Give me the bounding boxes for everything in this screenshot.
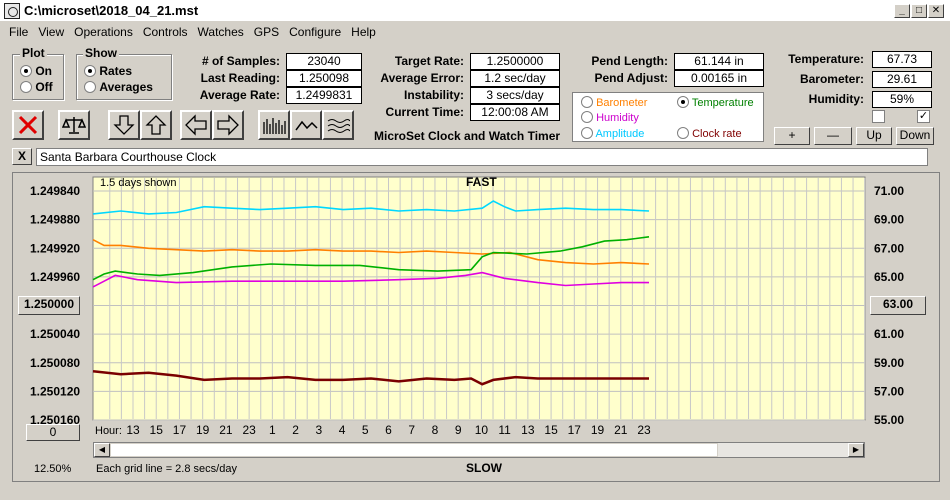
hour-tick-label: 23	[242, 423, 256, 437]
left-tick-label: 1.249960	[30, 270, 80, 284]
hour-tick-label: 19	[591, 423, 605, 437]
center-temp-button[interactable]: 63.00	[870, 296, 926, 315]
left-tick-label: 1.250040	[30, 327, 80, 341]
hour-tick-label: 15	[544, 423, 558, 437]
right-tick-label: 65.00	[874, 270, 904, 284]
hour-axis-labels: 13 15 17 19 21 23 1 2 3 4 5 6 7 8 9 10 11 13 15 17 19 21 23	[126, 423, 651, 437]
right-tick-label: 59.00	[874, 356, 904, 370]
right-tick-label: 69.00	[874, 213, 904, 227]
scroll-left-button[interactable]: ◀	[94, 443, 110, 457]
hour-tick-label: 19	[196, 423, 210, 437]
hour-tick-label: 8	[432, 423, 439, 437]
right-tick-label: 55.00	[874, 413, 904, 427]
grid-note: Each grid line = 2.8 secs/day	[96, 463, 237, 475]
right-tick-label: 67.00	[874, 241, 904, 255]
offset-button[interactable]: 0	[26, 424, 80, 441]
hour-tick-label: 10	[475, 423, 489, 437]
right-tick-label: 57.00	[874, 384, 904, 398]
hour-tick-label: 6	[385, 423, 392, 437]
hour-tick-label: 11	[498, 423, 511, 437]
days-shown-label: 1.5 days shown	[100, 177, 176, 189]
scroll-thumb[interactable]	[110, 443, 718, 457]
hour-tick-label: 15	[150, 423, 164, 437]
hour-tick-label: 17	[568, 423, 582, 437]
scroll-right-button[interactable]: ▶	[848, 443, 864, 457]
rate-chart: 1.249840 1.249880 1.249920 1.249960 1.250040…	[30, 175, 904, 437]
hour-tick-label: 1	[269, 423, 276, 437]
hour-tick-label: 3	[315, 423, 322, 437]
left-tick-label: 1.250080	[30, 356, 80, 370]
hour-tick-label: 9	[455, 423, 462, 437]
slow-label: SLOW	[466, 461, 502, 475]
right-tick-label: 71.00	[874, 184, 904, 198]
hour-tick-label: 5	[362, 423, 369, 437]
hour-tick-label: 23	[637, 423, 651, 437]
horizontal-scrollbar[interactable]: ◀ ▶	[93, 442, 865, 458]
hour-tick-label: 4	[339, 423, 346, 437]
hour-tick-label: 21	[614, 423, 628, 437]
hour-axis-label: Hour:	[95, 425, 122, 437]
left-tick-label: 1.250120	[30, 384, 80, 398]
hour-tick-label: 7	[408, 423, 415, 437]
center-rate-button[interactable]: 1.250000	[18, 296, 80, 315]
fast-label: FAST	[466, 175, 497, 189]
left-tick-label: 1.249840	[30, 184, 80, 198]
hour-tick-label: 13	[521, 423, 535, 437]
zoom-level: 12.50%	[34, 463, 72, 475]
hour-tick-label: 2	[292, 423, 299, 437]
hour-tick-label: 17	[173, 423, 187, 437]
left-tick-label: 1.249920	[30, 241, 80, 255]
left-tick-label: 1.249880	[30, 213, 80, 227]
hour-tick-label: 13	[126, 423, 140, 437]
right-tick-label: 61.00	[874, 327, 904, 341]
hour-tick-label: 21	[219, 423, 233, 437]
